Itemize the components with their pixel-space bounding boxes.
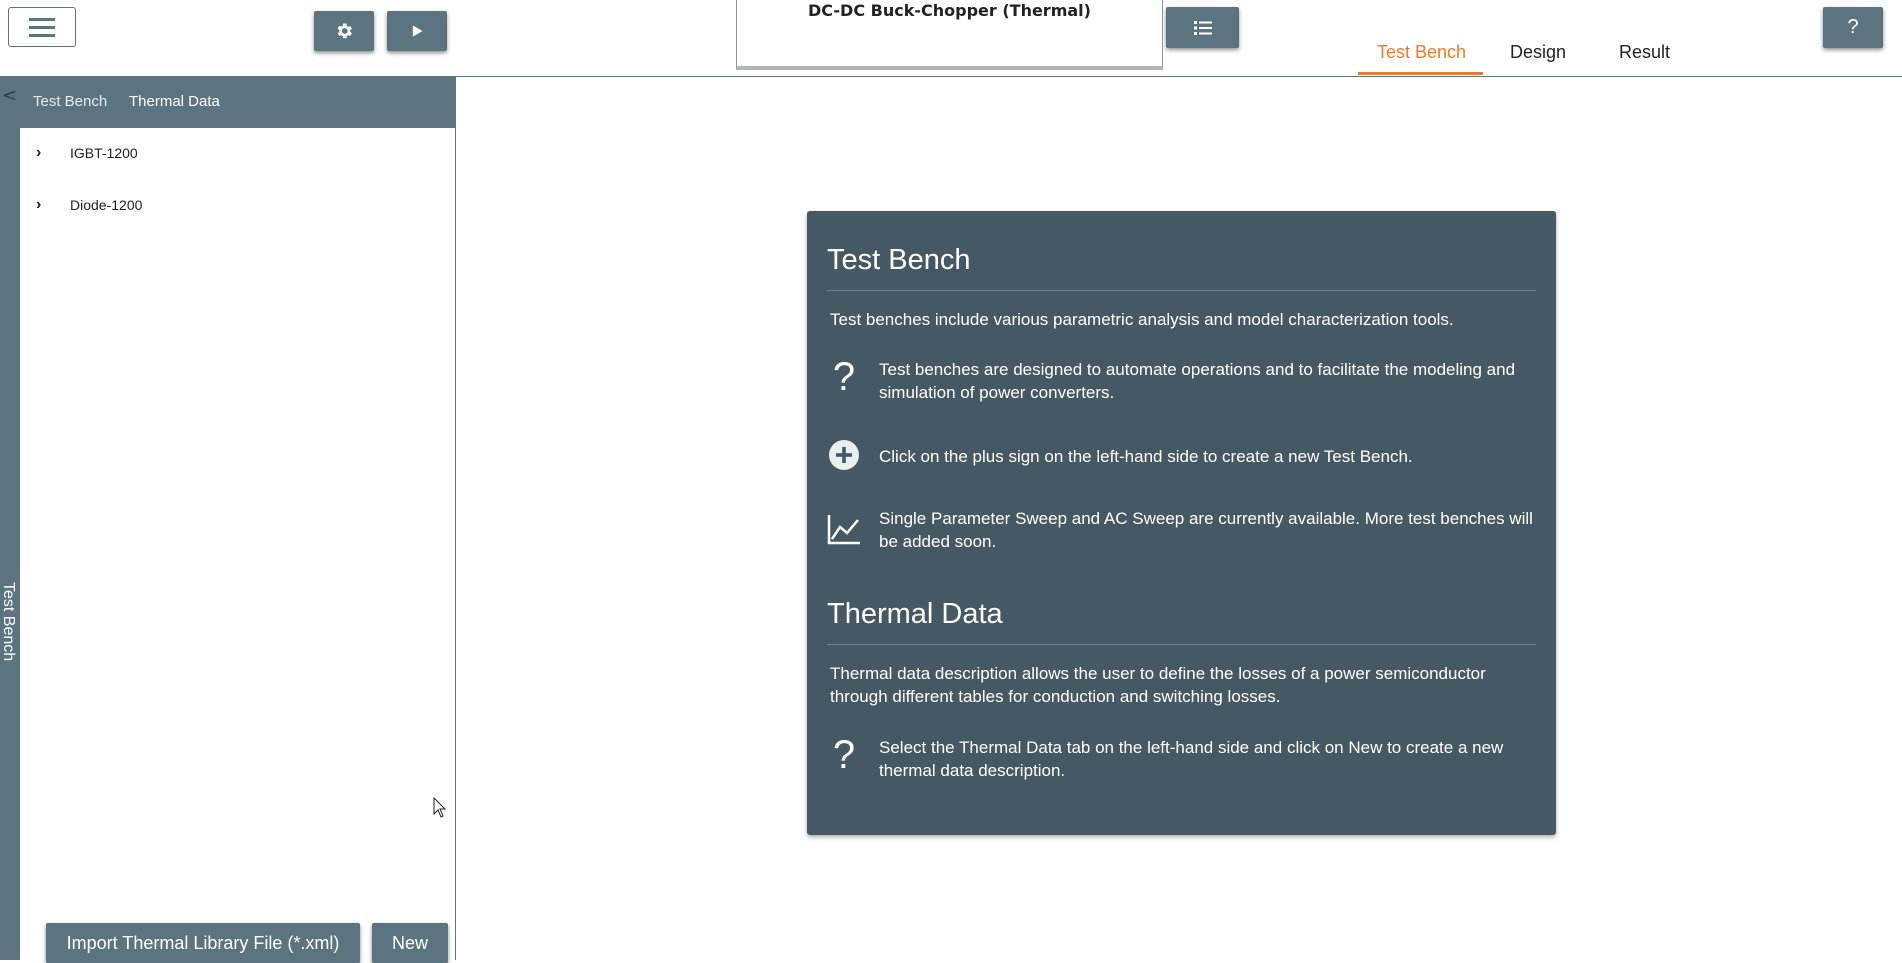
- mouse-cursor-icon: [433, 797, 447, 818]
- run-button[interactable]: [387, 11, 447, 51]
- tab-design[interactable]: Design: [1510, 42, 1566, 63]
- import-button-label: Import Thermal Library File (*.xml): [66, 932, 340, 953]
- tree-item-label: IGBT-1200: [70, 145, 138, 161]
- test-bench-heading: Test Bench: [827, 244, 971, 276]
- test-bench-row-text: Test benches are designed to automate op…: [879, 360, 1516, 402]
- list-button[interactable]: [1166, 7, 1239, 48]
- help-icon: ?: [1847, 16, 1859, 38]
- panel-tab-thermal-data[interactable]: Thermal Data: [129, 93, 220, 110]
- test-bench-intro: Test benches include various parametric …: [830, 310, 1454, 329]
- tab-label: Design: [1510, 42, 1567, 62]
- panel-divider: [455, 77, 456, 960]
- thermal-data-row-text: Select the Thermal Data tab on the left-…: [879, 738, 1504, 780]
- gear-icon: [337, 23, 352, 39]
- tree-item-igbt[interactable]: › IGBT-1200: [36, 142, 138, 164]
- tab-test-bench[interactable]: Test Bench: [1377, 42, 1466, 63]
- panel-tabs: Test Bench Thermal Data: [20, 77, 456, 128]
- document-title-text: DC-DC Buck-Chopper (Thermal): [808, 1, 1091, 20]
- document-title: DC-DC Buck-Chopper (Thermal): [736, 0, 1163, 70]
- info-card: Test Bench Test benches include various …: [807, 211, 1556, 835]
- thermal-data-heading: Thermal Data: [827, 598, 1003, 630]
- chevron-right-icon[interactable]: ›: [36, 196, 60, 214]
- collapse-chevron-icon[interactable]: <: [2, 85, 17, 106]
- tree-item-diode[interactable]: › Diode-1200: [36, 194, 142, 216]
- test-bench-row-text: Single Parameter Sweep and AC Sweep are …: [879, 509, 1533, 551]
- side-strip-label[interactable]: Test Bench: [0, 582, 17, 661]
- tab-label: Result: [1619, 42, 1671, 62]
- play-icon: [412, 25, 423, 37]
- settings-button[interactable]: [314, 11, 374, 51]
- list-icon: [1193, 20, 1212, 35]
- line-chart-icon: [827, 509, 861, 549]
- question-icon: ?: [832, 354, 856, 399]
- menu-button[interactable]: [8, 7, 76, 47]
- heading-divider: [827, 290, 1536, 291]
- test-bench-row-text: Click on the plus sign on the left-hand …: [879, 447, 1413, 466]
- new-button-label: New: [391, 932, 428, 953]
- side-strip[interactable]: < Test Bench: [0, 77, 20, 960]
- active-tab-indicator: [1358, 72, 1483, 75]
- plus-circle-icon: [827, 435, 861, 475]
- import-thermal-library-button[interactable]: Import Thermal Library File (*.xml): [46, 923, 360, 963]
- thermal-data-intro: Thermal data description allows the user…: [830, 664, 1486, 706]
- tab-result[interactable]: Result: [1619, 42, 1670, 63]
- heading-divider: [827, 644, 1536, 645]
- tree-item-label: Diode-1200: [70, 197, 143, 213]
- hamburger-icon: [29, 17, 55, 21]
- new-thermal-data-button[interactable]: New: [372, 923, 448, 963]
- panel-tab-test-bench[interactable]: Test Bench: [33, 93, 107, 110]
- question-icon: ?: [832, 732, 856, 777]
- tab-label: Test Bench: [1377, 42, 1467, 62]
- help-button[interactable]: ?: [1823, 7, 1883, 48]
- chevron-right-icon[interactable]: ›: [36, 144, 60, 162]
